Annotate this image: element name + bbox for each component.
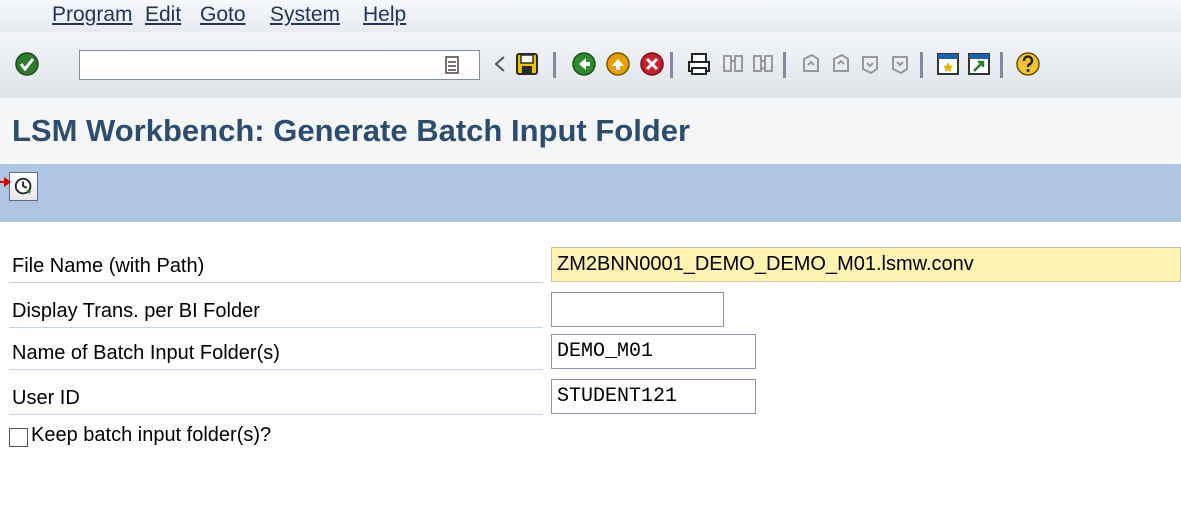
application-toolbar <box>0 164 1181 222</box>
help-icon[interactable] <box>1014 50 1042 78</box>
menu-bar: Program Edit Goto System Help <box>0 0 1181 33</box>
separator <box>553 52 556 78</box>
menu-program[interactable]: Program <box>52 3 133 27</box>
execute-clock-icon <box>14 177 31 194</box>
file-name-input[interactable]: ZM2BNN0001_DEMO_DEMO_M01.lsmw.conv <box>551 247 1181 282</box>
separator <box>920 52 923 78</box>
first-page-icon[interactable] <box>797 50 825 78</box>
command-history-icon[interactable] <box>442 55 462 75</box>
keep-folder-label: Keep batch input folder(s)? <box>31 424 272 446</box>
create-shortcut-icon[interactable] <box>965 50 993 78</box>
save-icon[interactable] <box>513 50 541 78</box>
folder-name-label: Name of Batch Input Folder(s) <box>9 336 543 370</box>
user-id-label: User ID <box>9 381 543 415</box>
annotation-arrow-head <box>4 177 11 187</box>
execute-button[interactable] <box>9 172 38 201</box>
print-icon[interactable] <box>685 50 713 78</box>
enter-icon[interactable] <box>13 50 41 78</box>
separator <box>783 52 786 78</box>
find-next-icon[interactable] <box>749 50 777 78</box>
menu-help[interactable]: Help <box>363 3 406 27</box>
command-field[interactable] <box>79 50 480 80</box>
display-trans-input[interactable] <box>551 292 724 327</box>
cancel-icon[interactable] <box>638 50 666 78</box>
display-trans-label: Display Trans. per BI Folder <box>9 294 543 328</box>
menu-system[interactable]: System <box>270 3 340 27</box>
user-id-input[interactable]: STUDENT121 <box>551 379 756 414</box>
separator <box>1000 52 1003 78</box>
back-icon[interactable] <box>570 50 598 78</box>
system-toolbar <box>0 32 1181 99</box>
page-title: LSM Workbench: Generate Batch Input Fold… <box>12 113 691 148</box>
collapse-toolbar-icon[interactable] <box>486 50 514 78</box>
find-icon[interactable] <box>719 50 747 78</box>
exit-icon[interactable] <box>604 50 632 78</box>
next-page-icon[interactable] <box>856 50 884 78</box>
folder-name-input[interactable]: DEMO_M01 <box>551 334 756 369</box>
separator <box>670 52 673 78</box>
menu-goto[interactable]: Goto <box>200 3 246 27</box>
keep-folder-checkbox[interactable] <box>9 428 28 447</box>
menu-edit[interactable]: Edit <box>145 3 181 27</box>
last-page-icon[interactable] <box>886 50 914 78</box>
file-name-label: File Name (with Path) <box>9 249 543 283</box>
previous-page-icon[interactable] <box>827 50 855 78</box>
create-session-icon[interactable] <box>934 50 962 78</box>
